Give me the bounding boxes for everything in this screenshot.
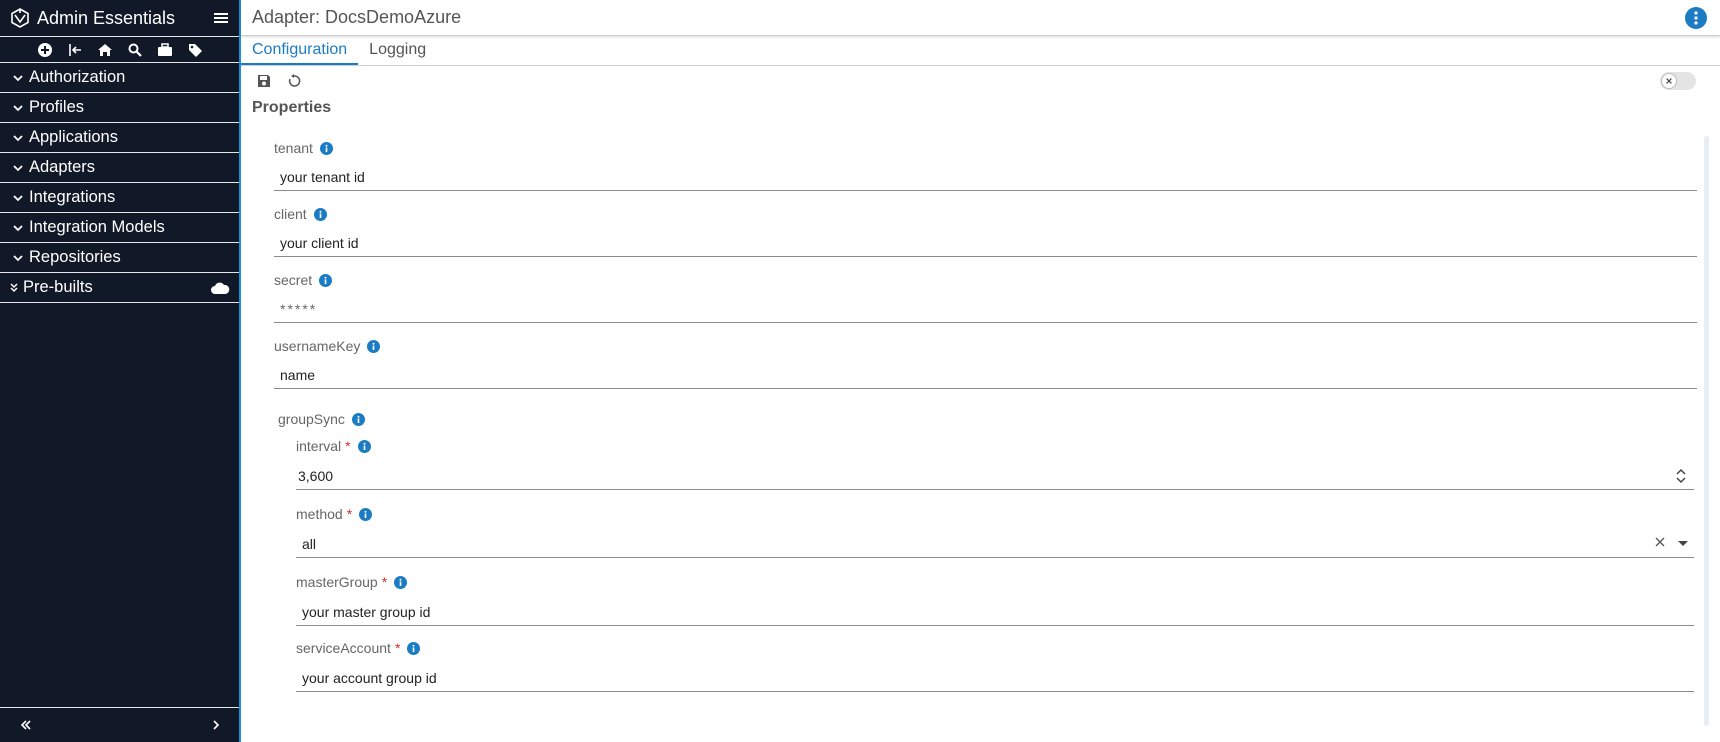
section-title: Properties bbox=[252, 99, 332, 116]
sidebar-item-label: Applications bbox=[29, 128, 118, 146]
mastergroup-input[interactable]: your master group id bbox=[296, 601, 1694, 626]
chevron-down-icon bbox=[12, 72, 24, 84]
more-options-icon[interactable] bbox=[1685, 6, 1707, 29]
group-label-groupsync: groupSync bbox=[278, 411, 365, 427]
tab-logging[interactable]: Logging bbox=[358, 36, 437, 65]
usernamekey-input[interactable]: name bbox=[274, 364, 1697, 389]
sidebar-item-repositories[interactable]: Repositories bbox=[0, 243, 239, 273]
field-label: interval bbox=[296, 438, 342, 454]
field-label: masterGroup bbox=[296, 574, 378, 590]
field-label: method bbox=[296, 506, 343, 522]
briefcase-icon[interactable] bbox=[157, 42, 173, 58]
required-marker: * bbox=[381, 574, 388, 590]
interval-value: 3,600 bbox=[298, 468, 334, 484]
tab-configuration[interactable]: Configuration bbox=[241, 36, 359, 65]
sidebar-item-profiles[interactable]: Profiles bbox=[0, 93, 239, 123]
logout-icon[interactable] bbox=[67, 42, 83, 58]
save-icon[interactable] bbox=[256, 73, 272, 89]
sidebar-item-label: Pre-builts bbox=[23, 278, 93, 296]
field-mastergroup: masterGroup * your master group id bbox=[296, 573, 1694, 626]
serviceaccount-input[interactable]: your account group id bbox=[296, 667, 1694, 692]
sidebar-item-label: Adapters bbox=[29, 158, 96, 176]
collapse-sidebar-icon[interactable] bbox=[19, 718, 33, 732]
info-icon[interactable] bbox=[394, 575, 408, 589]
chevron-right-icon[interactable] bbox=[209, 718, 223, 732]
sidebar-item-label: Repositories bbox=[29, 248, 121, 266]
top-bar: Adapter: DocsDemoAzure bbox=[241, 0, 1720, 36]
field-usernamekey: usernameKey name bbox=[274, 337, 1697, 389]
info-icon[interactable] bbox=[319, 141, 333, 155]
sidebar-item-adapters[interactable]: Adapters bbox=[0, 153, 239, 183]
method-select[interactable]: all bbox=[296, 533, 1694, 558]
secret-input[interactable]: ***** bbox=[274, 298, 1697, 323]
interval-number-input[interactable]: 3,600 bbox=[296, 465, 1694, 490]
field-label: secret bbox=[274, 272, 313, 288]
info-icon[interactable] bbox=[319, 273, 333, 287]
sidebar-item-authorization[interactable]: Authorization bbox=[0, 63, 239, 93]
form-toolbar bbox=[241, 66, 1720, 96]
sidebar-toolbar bbox=[0, 37, 239, 63]
tenant-input[interactable]: your tenant id bbox=[274, 166, 1697, 191]
sidebar: Admin Essentials Authorization Profiles … bbox=[0, 0, 239, 742]
info-icon[interactable] bbox=[357, 439, 371, 453]
field-interval: interval * 3,600 bbox=[296, 437, 1694, 490]
tab-bar: Configuration Logging bbox=[241, 36, 1720, 66]
home-icon[interactable] bbox=[97, 42, 113, 58]
reset-icon[interactable] bbox=[286, 73, 302, 89]
dropdown-caret-icon[interactable] bbox=[1676, 539, 1690, 549]
search-icon[interactable] bbox=[127, 42, 143, 58]
field-client: client your client id bbox=[274, 205, 1697, 257]
field-secret: secret ***** bbox=[274, 271, 1697, 323]
sidebar-header: Admin Essentials bbox=[0, 0, 239, 37]
number-stepper-icon[interactable] bbox=[1676, 467, 1686, 485]
page-title: Adapter: DocsDemoAzure bbox=[252, 7, 462, 27]
field-label: serviceAccount bbox=[296, 640, 391, 656]
group-label: groupSync bbox=[278, 411, 345, 427]
app-title: Admin Essentials bbox=[37, 7, 176, 28]
chevron-down-icon bbox=[12, 102, 24, 114]
info-icon[interactable] bbox=[407, 641, 421, 655]
hamburger-menu-icon[interactable] bbox=[212, 9, 230, 27]
info-icon[interactable] bbox=[313, 207, 327, 221]
chevron-down-icon bbox=[12, 252, 24, 264]
client-input[interactable]: your client id bbox=[274, 232, 1697, 257]
chevron-down-icon bbox=[12, 192, 24, 204]
required-marker: * bbox=[394, 640, 401, 656]
edit-mode-toggle[interactable] bbox=[1660, 72, 1696, 90]
field-tenant: tenant your tenant id bbox=[274, 139, 1697, 191]
sidebar-item-label: Integration Models bbox=[29, 218, 165, 236]
field-label: usernameKey bbox=[274, 338, 361, 354]
info-icon[interactable] bbox=[367, 339, 381, 353]
double-chevron-down-icon bbox=[8, 282, 20, 294]
field-label: tenant bbox=[274, 140, 313, 156]
field-method: method * all bbox=[296, 505, 1694, 558]
chevron-down-icon bbox=[12, 132, 24, 144]
tag-icon[interactable] bbox=[187, 42, 203, 58]
sidebar-item-label: Integrations bbox=[29, 188, 116, 206]
info-icon[interactable] bbox=[351, 412, 365, 426]
add-icon[interactable] bbox=[37, 42, 53, 58]
sidebar-item-label: Authorization bbox=[29, 68, 126, 86]
cloud-icon[interactable] bbox=[210, 281, 230, 295]
scrollbar[interactable] bbox=[1704, 136, 1709, 726]
app-logo-icon bbox=[9, 7, 31, 29]
required-marker: * bbox=[346, 506, 353, 522]
method-selected-value: all bbox=[302, 536, 317, 552]
sidebar-item-integrations[interactable]: Integrations bbox=[0, 183, 239, 213]
sidebar-item-prebuilts[interactable]: Pre-builts bbox=[0, 273, 239, 303]
field-serviceaccount: serviceAccount * your account group id bbox=[296, 639, 1694, 692]
sidebar-footer bbox=[0, 707, 239, 742]
required-marker: * bbox=[345, 438, 351, 454]
info-icon[interactable] bbox=[359, 507, 373, 521]
sidebar-item-applications[interactable]: Applications bbox=[0, 123, 239, 153]
chevron-down-icon bbox=[12, 222, 24, 234]
chevron-down-icon bbox=[12, 162, 24, 174]
field-label: client bbox=[274, 206, 307, 222]
sidebar-item-integration-models[interactable]: Integration Models bbox=[0, 213, 239, 243]
sidebar-item-label: Profiles bbox=[29, 98, 85, 116]
toggle-knob bbox=[1661, 73, 1677, 89]
clear-icon[interactable] bbox=[1654, 536, 1666, 548]
main-content: Adapter: DocsDemoAzure Configuration Log… bbox=[241, 0, 1720, 742]
